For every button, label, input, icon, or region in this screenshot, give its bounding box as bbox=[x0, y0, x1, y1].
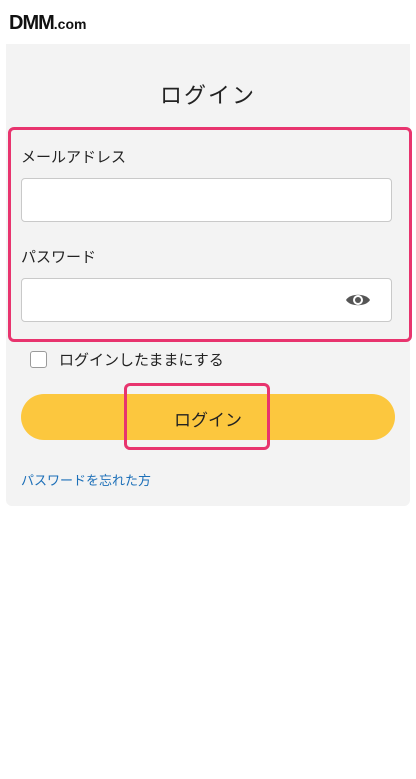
remember-checkbox[interactable] bbox=[30, 351, 47, 368]
page-title: ログイン bbox=[159, 84, 256, 109]
remember-label[interactable]: ログインしたままにする bbox=[59, 349, 224, 370]
header: DMM.com bbox=[0, 0, 416, 44]
form-highlight-box bbox=[8, 127, 412, 342]
logo-main: DMM bbox=[9, 12, 55, 34]
logo-suffix: .com bbox=[53, 16, 87, 32]
button-highlight-box bbox=[124, 383, 270, 450]
forgot-password-link[interactable]: パスワードを忘れた方 bbox=[21, 470, 151, 489]
dmm-logo[interactable]: DMM.com bbox=[9, 12, 86, 35]
